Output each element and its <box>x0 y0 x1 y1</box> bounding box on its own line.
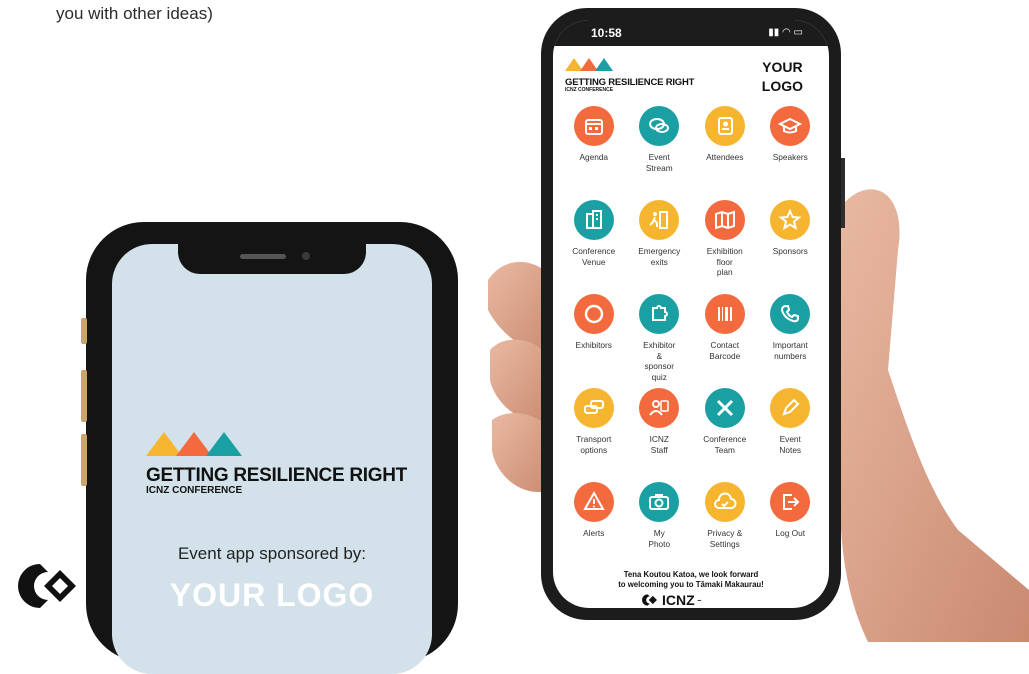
welcome-line2: to welcoming you to Tāmaki Makaurau! <box>618 580 764 589</box>
icnz-tagline: ▬ <box>697 598 702 602</box>
graduation-cap-icon <box>770 106 811 146</box>
app-tile-label: Emergency exits <box>638 246 681 267</box>
app-tile[interactable]: Transport options <box>561 388 627 482</box>
sponsored-text: Event app sponsored by: <box>177 544 367 563</box>
icnz-text: ICNZ <box>662 592 695 608</box>
app-tile[interactable]: Exhibitor & sponsor quiz <box>627 294 693 388</box>
logo-line2: LOGO <box>761 78 803 94</box>
volume-down-button <box>81 434 87 486</box>
barcode-icon <box>704 294 745 334</box>
app-tile-label: Event Notes <box>779 434 802 455</box>
mountains-logo-icon <box>146 432 242 456</box>
car-icon <box>573 388 614 428</box>
app-tile[interactable]: Emergency exits <box>627 200 693 294</box>
app-tile[interactable]: Alerts <box>561 482 627 576</box>
sponsor-logo-placeholder: YOUR LOGO <box>169 577 375 613</box>
conference-brand: GETTING RESILIENCE RIGHT ICNZ CONFERENCE <box>146 428 407 496</box>
icnz-footer-logo: ICNZ ▬ <box>641 592 728 608</box>
brand-title: GETTING RESILIENCE RIGHT <box>146 465 407 486</box>
app-tile-label: Conference Team <box>703 434 747 455</box>
app-tile[interactable]: Exhibitors <box>561 294 627 388</box>
battery-icon: ▭ <box>793 27 803 38</box>
logo-line1: YOUR <box>762 59 803 75</box>
puzzle-icon <box>639 294 680 334</box>
app-tile-label: Event Stream <box>645 152 673 173</box>
alert-icon <box>573 482 614 522</box>
notch <box>178 244 366 274</box>
side-button <box>81 318 87 344</box>
app-tile-label: Privacy & Settings <box>707 528 743 549</box>
app-screen: 10:58 ▮▮ ◠ ▭ GETTING RESILIENCE RIGHT IC… <box>553 20 829 608</box>
app-tile[interactable]: My Photo <box>627 482 693 576</box>
your-logo-placeholder: YOUR LOGO <box>762 58 803 96</box>
welcome-message: Tena Koutou Katoa, we look forward to we… <box>553 570 829 590</box>
front-camera <box>302 252 310 260</box>
top-note: you with other ideas) <box>56 4 213 23</box>
app-header: GETTING RESILIENCE RIGHT ICNZ CONFERENCE… <box>553 46 829 106</box>
app-tile[interactable]: Agenda <box>561 106 627 200</box>
signal-icon: ▮▮ <box>768 27 780 38</box>
app-tile-grid: Agenda Event Stream Attendees Speakers Confer… <box>561 106 823 576</box>
app-tile-label: Speakers <box>772 152 808 162</box>
status-time: 10:58 <box>591 26 622 40</box>
status-bar: 10:58 ▮▮ ◠ ▭ <box>553 20 829 46</box>
left-phone-screen: GETTING RESILIENCE RIGHT ICNZ CONFERENCE… <box>112 244 432 674</box>
mountains-logo-icon <box>565 58 613 71</box>
app-tile[interactable]: Event Stream <box>627 106 693 200</box>
wifi-icon: ◠ <box>782 27 791 38</box>
circle-icon <box>573 294 614 334</box>
phone-icon <box>770 294 811 334</box>
exit-icon <box>639 200 680 240</box>
app-tile[interactable]: ICNZ Staff <box>627 388 693 482</box>
calendar-icon <box>573 106 614 146</box>
app-tile[interactable]: Conference Team <box>692 388 758 482</box>
app-tile-label: Important numbers <box>772 340 808 361</box>
app-tile-label: Exhibition floor plan <box>706 246 743 277</box>
app-tile[interactable]: Speakers <box>758 106 824 200</box>
app-tile-label: Exhibitors <box>575 340 612 350</box>
chat-icon <box>639 106 680 146</box>
right-phone: 10:58 ▮▮ ◠ ▭ GETTING RESILIENCE RIGHT IC… <box>541 8 845 620</box>
app-tile-label: Sponsors <box>772 246 808 256</box>
app-tile[interactable]: Sponsors <box>758 200 824 294</box>
map-icon <box>704 200 745 240</box>
app-tile[interactable]: Contact Barcode <box>692 294 758 388</box>
app-tile-label: Conference Venue <box>572 246 616 267</box>
left-phone: GETTING RESILIENCE RIGHT ICNZ CONFERENCE… <box>81 222 458 674</box>
welcome-line1: Tena Koutou Katoa, we look forward <box>623 570 759 579</box>
power-button <box>841 158 845 228</box>
people-icon <box>639 388 680 428</box>
app-tile-label: Transport options <box>576 434 612 455</box>
logout-icon <box>770 482 811 522</box>
icnz-logo-icon <box>642 594 657 606</box>
app-tile-label: Attendees <box>706 152 744 162</box>
app-tile-label: Agenda <box>579 152 609 162</box>
app-tile[interactable]: Privacy & Settings <box>692 482 758 576</box>
app-tile-label: ICNZ Staff <box>649 434 669 455</box>
contacts-icon <box>704 106 745 146</box>
star-icon <box>770 200 811 240</box>
app-tile-label: Contact Barcode <box>709 340 741 361</box>
app-tile[interactable]: Attendees <box>692 106 758 200</box>
status-icons: ▮▮ ◠ ▭ <box>768 27 803 38</box>
app-tile-label: Log Out <box>775 528 806 538</box>
cloud-check-icon <box>704 482 745 522</box>
app-tile[interactable]: Log Out <box>758 482 824 576</box>
team-icon <box>704 388 745 428</box>
volume-up-button <box>81 370 87 422</box>
app-tile[interactable]: Conference Venue <box>561 200 627 294</box>
app-tile-label: Exhibitor & sponsor quiz <box>643 340 676 382</box>
app-tile[interactable]: Important numbers <box>758 294 824 388</box>
pen-icon <box>770 388 811 428</box>
camera-icon <box>639 482 680 522</box>
app-brand: GETTING RESILIENCE RIGHT ICNZ CONFERENCE <box>565 56 694 93</box>
app-tile[interactable]: Event Notes <box>758 388 824 482</box>
app-tile-label: Alerts <box>583 528 605 538</box>
building-icon <box>573 200 614 240</box>
speaker <box>240 254 286 259</box>
app-tile-label: My Photo <box>648 528 671 549</box>
app-tile[interactable]: Exhibition floor plan <box>692 200 758 294</box>
company-logo-icon <box>18 564 76 608</box>
